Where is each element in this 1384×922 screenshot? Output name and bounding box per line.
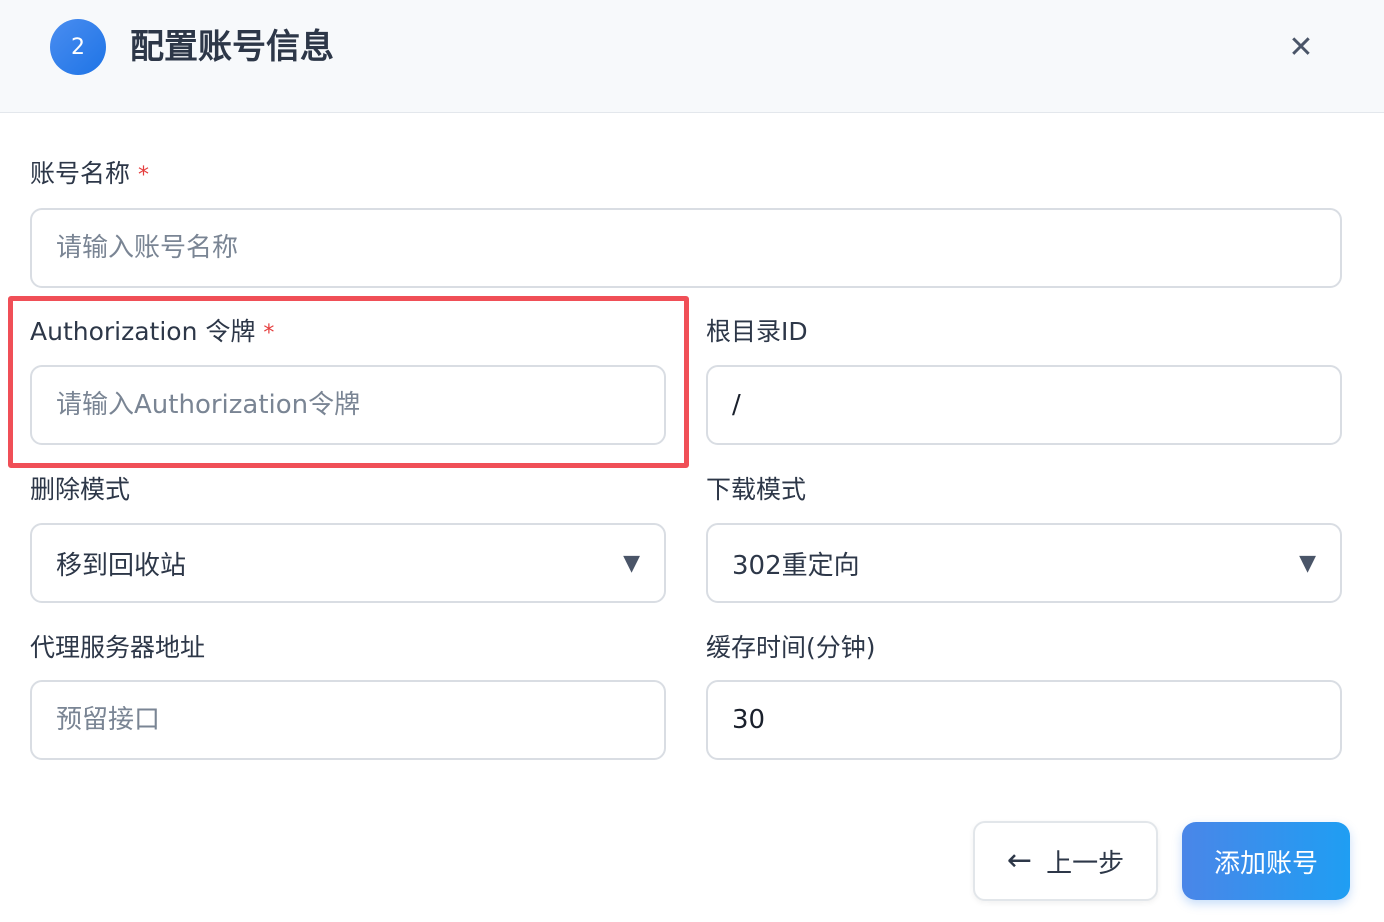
download-mode-select[interactable]: 302重定向 ▼: [706, 523, 1342, 603]
step-number: 2: [71, 34, 85, 60]
account-name-input[interactable]: [56, 233, 1316, 263]
delete-mode-label: 删除模式: [30, 475, 131, 504]
root-dir-id-input[interactable]: [732, 390, 1316, 420]
account-name-label-text: 账号名称: [30, 159, 131, 188]
delete-mode-value: 移到回收站: [56, 550, 187, 581]
cache-time-field[interactable]: [706, 680, 1342, 760]
proxy-server-input[interactable]: [56, 705, 640, 735]
chevron-down-icon: ▼: [1299, 550, 1316, 576]
account-name-field[interactable]: [30, 208, 1342, 288]
cache-time-input[interactable]: [732, 705, 1316, 735]
authorization-input[interactable]: [56, 390, 640, 420]
step-badge: 2: [50, 19, 106, 75]
authorization-label: Authorization 令牌 *: [30, 316, 274, 350]
delete-mode-select[interactable]: 移到回收站 ▼: [30, 523, 666, 603]
authorization-label-text: Authorization 令牌: [30, 317, 256, 346]
download-mode-value: 302重定向: [732, 550, 860, 581]
account-name-label: 账号名称 *: [30, 158, 149, 192]
root-dir-id-field[interactable]: [706, 365, 1342, 445]
dialog-header: 2 配置账号信息 ✕: [0, 0, 1384, 113]
add-account-button[interactable]: 添加账号: [1182, 822, 1350, 900]
dialog-title: 配置账号信息: [130, 27, 334, 67]
chevron-down-icon: ▼: [623, 550, 640, 576]
arrow-left-icon: ←: [1006, 843, 1033, 878]
cache-time-label: 缓存时间(分钟): [706, 633, 876, 662]
close-icon[interactable]: ✕: [1282, 28, 1320, 66]
back-button[interactable]: ← 上一步: [973, 821, 1158, 901]
required-mark: *: [263, 321, 275, 346]
required-mark: *: [138, 163, 150, 188]
back-button-label: 上一步: [1046, 848, 1125, 879]
add-account-button-label: 添加账号: [1213, 848, 1318, 879]
authorization-field[interactable]: [30, 365, 666, 445]
proxy-server-label: 代理服务器地址: [30, 633, 206, 662]
download-mode-label: 下载模式: [706, 475, 807, 504]
root-dir-id-label: 根目录ID: [706, 317, 808, 346]
proxy-server-field[interactable]: [30, 680, 666, 760]
